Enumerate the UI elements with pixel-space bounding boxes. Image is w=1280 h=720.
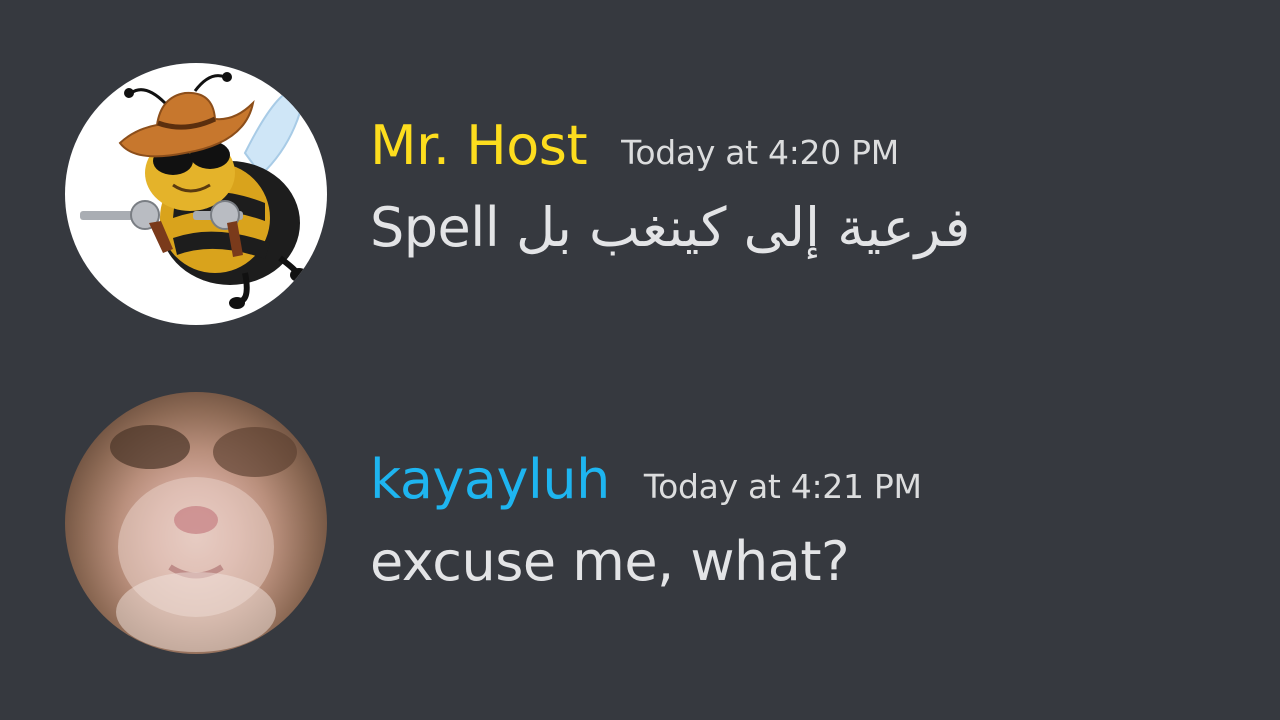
cowboy-bee-icon	[80, 72, 308, 309]
message-text: Spell فرعية إلى كينغب بل	[370, 196, 971, 259]
chat-message: kayayluh Today at 4:21 PM excuse me, what…	[0, 380, 1280, 680]
timestamp[interactable]: Today at 4:20 PM	[621, 133, 899, 172]
chat-message: Mr. Host Today at 4:20 PM Spell فرعية إلى…	[0, 50, 1280, 350]
hamster-avatar[interactable]	[65, 392, 327, 654]
cowboy-bee-avatar[interactable]	[65, 63, 327, 325]
username[interactable]: Mr. Host	[370, 114, 588, 177]
message-text: excuse me, what?	[370, 530, 850, 593]
message-header: kayayluh Today at 4:21 PM	[370, 448, 922, 511]
message-header: Mr. Host Today at 4:20 PM	[370, 114, 899, 177]
timestamp[interactable]: Today at 4:21 PM	[644, 467, 922, 506]
hamster-icon	[110, 425, 297, 652]
username[interactable]: kayayluh	[370, 448, 610, 511]
